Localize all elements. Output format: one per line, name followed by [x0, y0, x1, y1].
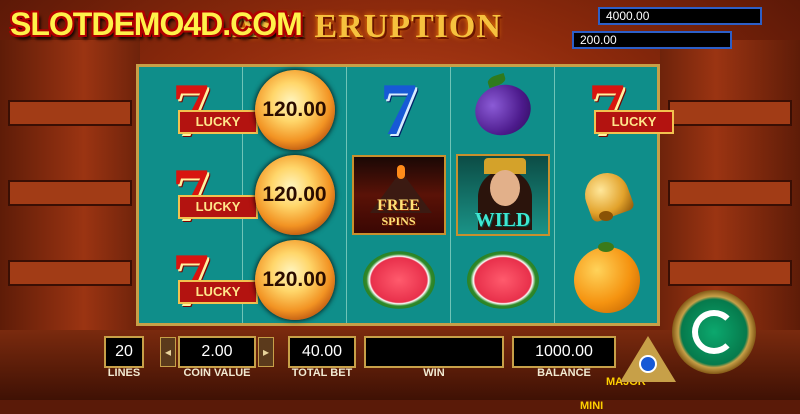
jackpot-mini-label: MINI — [580, 400, 604, 412]
watermelon-icon — [466, 250, 539, 309]
total-bet-display: 40.00 — [288, 336, 356, 368]
reel-3: 7 FREE SPINS — [347, 67, 451, 323]
blue-seven-symbol: 7 — [380, 68, 417, 151]
jackpot-major-amount: 4000.00 — [606, 9, 650, 23]
reel-4: WILD — [451, 67, 555, 323]
spin-arrow-icon — [692, 310, 736, 354]
lines-label: LINES — [107, 367, 141, 379]
free-spins-line1: FREE — [377, 196, 420, 214]
coin-value-display: 2.00 — [178, 336, 256, 368]
fireball-symbol: 120.00 — [243, 237, 346, 322]
free-spins-symbol: FREE SPINS — [347, 152, 450, 237]
spin-button[interactable] — [672, 290, 756, 374]
coin-value-label: COIN VALUE — [183, 367, 251, 379]
plum-icon — [468, 77, 537, 142]
orange-icon — [573, 241, 640, 313]
bell-icon — [578, 166, 635, 223]
coin-increase-button[interactable]: ▸ — [258, 337, 274, 367]
lucky-seven-symbol: 7LUCKY — [139, 152, 258, 237]
plum-symbol — [451, 67, 554, 152]
reel-1: 7LUCKY 7LUCKY 7LUCKY — [139, 67, 258, 323]
lines-display[interactable]: 20 — [104, 336, 144, 368]
wild-label: WILD — [474, 208, 531, 231]
bell-symbol — [555, 152, 658, 237]
wild-queen-icon: WILD — [455, 153, 550, 236]
win-label: WIN — [423, 367, 445, 379]
fireball-symbol: 120.00 — [243, 152, 346, 237]
lucky-seven-symbol: 7LUCKY — [139, 237, 258, 322]
watermark-logo: SLOTDEMO4D.COM — [10, 6, 303, 42]
coin-decrease-button[interactable]: ◂ — [160, 337, 176, 367]
watermelon-symbol — [451, 237, 554, 322]
reel-5: 7LUCKY — [555, 67, 674, 323]
fireball-value: 120.00 — [254, 239, 335, 320]
reel-2: 120.00 120.00 120.00 — [243, 67, 347, 323]
jackpot-mini: 200.00 MINI — [572, 31, 732, 412]
win-display — [364, 336, 504, 368]
lucky-seven-symbol: 7LUCKY — [555, 67, 674, 152]
balance-display: 1000.00 — [512, 336, 616, 368]
lucky-label: LUCKY — [594, 109, 674, 134]
fireball-value: 120.00 — [254, 69, 335, 150]
watermelon-icon — [362, 250, 435, 309]
fireball-value: 120.00 — [254, 154, 335, 235]
reel-grid: 7LUCKY 7LUCKY 7LUCKY 120.00 120.00 120.0… — [136, 64, 674, 326]
watermelon-symbol — [347, 237, 450, 322]
menu-icon — [632, 352, 664, 376]
left-temple-pillar — [0, 40, 140, 370]
volcano-icon: FREE SPINS — [351, 154, 446, 235]
fireball-symbol: 120.00 — [243, 67, 346, 152]
orange-symbol — [555, 237, 658, 322]
balance-label: BALANCE — [537, 367, 591, 379]
jackpot-major: 4000.00 MAJOR — [598, 7, 762, 388]
free-spins-line2: SPINS — [381, 213, 416, 228]
wild-symbol: WILD — [451, 152, 554, 237]
total-bet-label: TOTAL BET — [291, 367, 353, 379]
lucky-seven-symbol: 7LUCKY — [139, 67, 258, 152]
jackpot-mini-amount: 200.00 — [580, 33, 617, 47]
